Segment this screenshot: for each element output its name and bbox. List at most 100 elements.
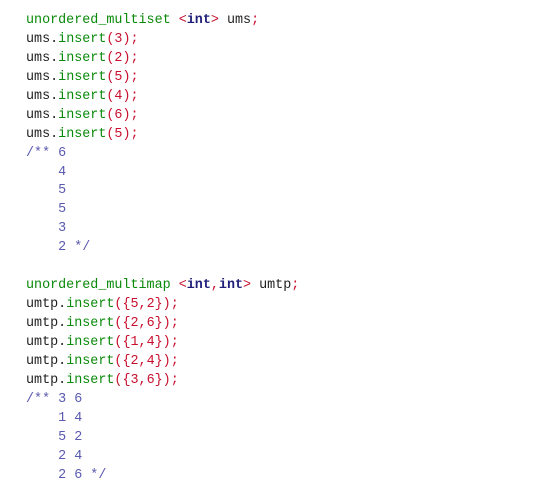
object-name: umtp	[26, 334, 59, 350]
multimap-insert-line: umtp.insert({2,6});	[26, 315, 299, 334]
output-comment-line: 5	[26, 183, 67, 199]
object-name: umtp	[26, 316, 59, 331]
method-name: insert	[58, 107, 107, 123]
pair-comma: ,	[138, 316, 147, 331]
paren-close: )	[122, 107, 131, 123]
dot: .	[58, 316, 67, 331]
output-comment-line: /** 6	[26, 145, 67, 161]
method-name: insert	[66, 353, 115, 369]
multiset-insert-line: ums.insert(3);	[26, 31, 299, 50]
template-arg: int	[218, 278, 244, 294]
method-name: insert	[66, 297, 115, 313]
paren-brace-open: ({	[114, 353, 131, 369]
template-close: >	[210, 13, 219, 28]
value-argument: 2	[146, 297, 155, 313]
dot: .	[50, 107, 59, 123]
brace-paren-close: })	[154, 334, 171, 350]
paren-close: )	[122, 69, 131, 85]
dot: .	[50, 88, 59, 104]
paren-brace-open: ({	[114, 372, 131, 388]
paren-close: )	[122, 88, 131, 104]
multimap-insert-line: umtp.insert({2,4});	[26, 353, 299, 372]
output-comment-line: 3	[26, 221, 67, 237]
template-close: >	[243, 278, 252, 294]
semicolon: ;	[170, 297, 179, 313]
object-name: ums	[26, 107, 51, 123]
output-comment-line: 2 4	[26, 448, 83, 464]
template-comma: ,	[210, 278, 219, 294]
type-name: unordered_multimap	[26, 278, 171, 294]
brace-paren-close: })	[154, 372, 171, 388]
dot: .	[58, 372, 67, 388]
output-comment-line: 2 */	[26, 240, 91, 256]
semicolon: ;	[170, 316, 179, 331]
method-name: insert	[58, 126, 107, 142]
method-name: insert	[66, 372, 115, 388]
semicolon: ;	[170, 372, 179, 388]
semicolon: ;	[130, 69, 139, 85]
value-argument: 6	[146, 372, 155, 388]
object-name: ums	[26, 31, 51, 47]
multiset-declaration-line: unordered_multiset <int> ums;	[26, 12, 299, 31]
multimap-declaration-line: unordered_multimap <int,int> umtp;	[26, 277, 299, 296]
multimap-insert-line: umtp.insert({3,6});	[26, 372, 299, 391]
output-comment-line: 5	[26, 202, 67, 218]
key-argument: 2	[130, 316, 139, 331]
key-argument: 2	[130, 353, 139, 369]
template-open: <	[178, 278, 187, 294]
dot: .	[50, 50, 59, 66]
output-comment-line: 4	[26, 164, 67, 180]
brace-paren-close: })	[154, 297, 171, 313]
semicolon: ;	[291, 278, 300, 294]
dot: .	[50, 126, 59, 142]
template-arg: int	[186, 13, 211, 28]
object-name: ums	[26, 50, 51, 66]
key-argument: 1	[130, 334, 139, 350]
method-name: insert	[58, 69, 107, 85]
object-name: umtp	[26, 353, 59, 369]
pair-comma: ,	[138, 353, 147, 369]
value-argument: 4	[146, 334, 155, 350]
semicolon: ;	[251, 13, 260, 28]
paren-close: )	[122, 31, 131, 47]
brace-paren-close: })	[154, 353, 171, 369]
semicolon: ;	[130, 107, 139, 123]
type-name: unordered_multiset	[26, 13, 171, 28]
multiset-insert-line: ums.insert(5);	[26, 126, 299, 145]
variable-name: umtp	[259, 278, 292, 294]
method-name: insert	[58, 88, 107, 104]
multiset-insert-line: ums.insert(5);	[26, 69, 299, 88]
key-argument: 5	[130, 297, 139, 313]
paren-close: )	[122, 126, 131, 142]
method-name: insert	[58, 31, 107, 47]
multiset-insert-line: ums.insert(6);	[26, 107, 299, 126]
brace-paren-close: })	[154, 316, 171, 331]
method-name: insert	[58, 50, 107, 66]
semicolon: ;	[130, 31, 139, 47]
multimap-insert-line: umtp.insert({1,4});	[26, 334, 299, 353]
code-listing: unordered_multiset <int> ums; ums.insert…	[26, 12, 299, 485]
dot: .	[58, 334, 67, 350]
output-comment-line: 1 4	[26, 410, 83, 426]
paren-brace-open: ({	[114, 316, 131, 331]
semicolon: ;	[130, 88, 139, 104]
semicolon: ;	[130, 50, 139, 66]
key-argument: 3	[130, 372, 139, 388]
semicolon: ;	[170, 334, 179, 350]
paren-close: )	[122, 50, 131, 66]
dot: .	[50, 69, 59, 85]
template-open: <	[178, 13, 187, 28]
template-arg: int	[186, 278, 211, 294]
output-comment-line: /** 3 6	[26, 391, 83, 407]
dot: .	[58, 297, 67, 313]
object-name: ums	[26, 69, 51, 85]
pair-comma: ,	[138, 297, 147, 313]
value-argument: 6	[146, 316, 155, 331]
multimap-insert-line: umtp.insert({5,2});	[26, 296, 299, 315]
paren-brace-open: ({	[114, 297, 131, 313]
multiset-insert-line: ums.insert(2);	[26, 50, 299, 69]
object-name: umtp	[26, 297, 59, 313]
dot: .	[58, 353, 67, 369]
pair-comma: ,	[138, 334, 147, 350]
